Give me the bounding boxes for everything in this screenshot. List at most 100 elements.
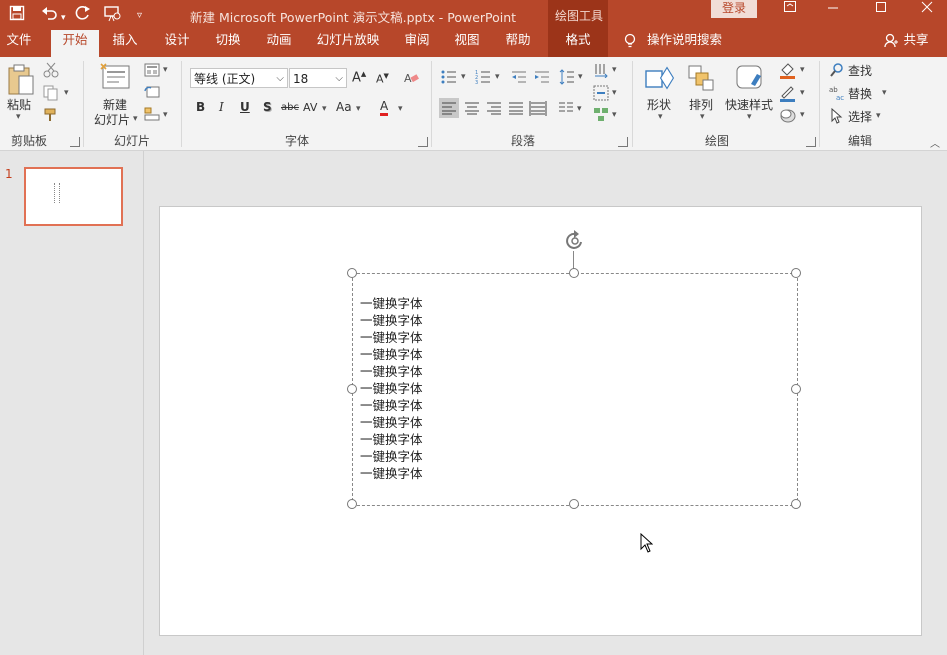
- select-label[interactable]: 选择: [848, 108, 872, 125]
- decrease-indent-icon[interactable]: [511, 69, 527, 88]
- slide-thumbnail[interactable]: [24, 167, 123, 226]
- shape-effects-icon[interactable]: [779, 107, 797, 127]
- find-icon[interactable]: [830, 63, 844, 80]
- undo-icon[interactable]: [41, 5, 59, 25]
- text-line[interactable]: 一键换字体: [360, 346, 423, 363]
- login-button[interactable]: 登录: [711, 0, 757, 18]
- justify-icon[interactable]: [506, 98, 526, 121]
- arrange-label[interactable]: 排列: [689, 96, 713, 113]
- convert-to-smartart-icon[interactable]: [593, 107, 609, 126]
- character-spacing-dropdown-icon[interactable]: ▾: [322, 104, 327, 114]
- font-color-icon[interactable]: A: [380, 100, 389, 116]
- reset-icon[interactable]: [144, 85, 160, 102]
- paragraph-dialog-launcher-icon[interactable]: [618, 137, 628, 147]
- text-line[interactable]: 一键换字体: [360, 329, 423, 346]
- text-line[interactable]: 一键换字体: [360, 312, 423, 329]
- shape-outline-icon[interactable]: [779, 85, 797, 105]
- shapes-icon[interactable]: [643, 62, 675, 97]
- text-direction-icon[interactable]: [593, 62, 609, 81]
- undo-dropdown-icon[interactable]: ▾: [61, 9, 66, 27]
- find-label[interactable]: 查找: [848, 62, 872, 79]
- change-case-dropdown-icon[interactable]: ▾: [356, 104, 361, 114]
- quick-styles-icon[interactable]: [733, 62, 765, 97]
- distributed-icon[interactable]: [528, 98, 548, 121]
- shape-effects-dropdown-icon[interactable]: ▾: [800, 110, 805, 120]
- cut-icon[interactable]: [43, 62, 59, 81]
- font-name-dropdown-icon[interactable]: ⌵: [276, 69, 284, 89]
- paste-icon[interactable]: [6, 62, 36, 99]
- align-left-icon[interactable]: [439, 98, 459, 118]
- select-dropdown-icon[interactable]: ▾: [876, 111, 881, 121]
- shape-outline-dropdown-icon[interactable]: ▾: [800, 88, 805, 98]
- columns-dropdown-icon[interactable]: ▾: [577, 104, 582, 114]
- maximize-icon[interactable]: [866, 1, 896, 19]
- tab-view[interactable]: 视图: [446, 30, 488, 57]
- clear-formatting-icon[interactable]: A: [403, 70, 419, 89]
- underline-icon[interactable]: U: [240, 100, 250, 114]
- tab-format[interactable]: 格式: [548, 30, 608, 57]
- tab-animations[interactable]: 动画: [258, 30, 300, 57]
- paste-dropdown-icon[interactable]: ▾: [16, 112, 21, 122]
- text-line[interactable]: 一键换字体: [360, 380, 423, 397]
- font-dialog-launcher-icon[interactable]: [418, 137, 428, 147]
- minimize-icon[interactable]: [818, 1, 848, 19]
- text-shadow-icon[interactable]: S: [263, 100, 272, 114]
- drawing-dialog-launcher-icon[interactable]: [806, 137, 816, 147]
- increase-font-size-icon[interactable]: A▲: [352, 70, 366, 85]
- align-text-dropdown-icon[interactable]: ▾: [612, 88, 617, 98]
- text-line[interactable]: 一键换字体: [360, 295, 423, 312]
- italic-icon[interactable]: I: [219, 100, 224, 114]
- tell-me-search[interactable]: 操作说明搜索: [647, 30, 727, 57]
- resize-handle-top-left[interactable]: [347, 268, 357, 278]
- tab-help[interactable]: 帮助: [497, 30, 539, 57]
- font-color-dropdown-icon[interactable]: ▾: [398, 104, 403, 114]
- close-icon[interactable]: [912, 1, 942, 19]
- quick-styles-label[interactable]: 快速样式: [725, 96, 773, 113]
- font-size-dropdown-icon[interactable]: ⌵: [335, 69, 343, 89]
- copy-icon[interactable]: [43, 85, 59, 104]
- copy-dropdown-icon[interactable]: ▾: [64, 88, 69, 98]
- format-painter-icon[interactable]: [43, 107, 59, 126]
- text-line[interactable]: 一键换字体: [360, 465, 423, 482]
- resize-handle-bottom[interactable]: [569, 499, 579, 509]
- new-slide-label-2[interactable]: 幻灯片: [94, 111, 130, 128]
- bold-icon[interactable]: B: [196, 100, 205, 114]
- text-line[interactable]: 一键换字体: [360, 448, 423, 465]
- text-line[interactable]: 一键换字体: [360, 363, 423, 380]
- numbering-icon[interactable]: 123: [475, 69, 491, 88]
- arrange-dropdown-icon[interactable]: ▾: [700, 112, 705, 122]
- resize-handle-bottom-right[interactable]: [791, 499, 801, 509]
- resize-handle-left[interactable]: [347, 384, 357, 394]
- tab-transitions[interactable]: 切换: [207, 30, 249, 57]
- section-icon[interactable]: [144, 107, 160, 124]
- customize-toolbar-icon[interactable]: ▿: [137, 7, 142, 25]
- share-button[interactable]: 共享: [901, 30, 931, 57]
- shape-fill-dropdown-icon[interactable]: ▾: [800, 65, 805, 75]
- slide-canvas[interactable]: 一键换字体 一键换字体 一键换字体 一键换字体 一键换字体 一键换字体 一键换字…: [159, 206, 922, 636]
- replace-label[interactable]: 替换: [848, 85, 872, 102]
- new-slide-dropdown-icon[interactable]: ▾: [133, 114, 138, 124]
- clipboard-dialog-launcher-icon[interactable]: [70, 137, 80, 147]
- bullets-dropdown-icon[interactable]: ▾: [461, 72, 466, 82]
- collapse-ribbon-icon[interactable]: ︿: [930, 135, 940, 150]
- align-text-icon[interactable]: [593, 85, 609, 104]
- strikethrough-icon[interactable]: abc: [281, 102, 299, 113]
- layout-dropdown-icon[interactable]: ▾: [163, 65, 168, 75]
- smartart-dropdown-icon[interactable]: ▾: [612, 110, 617, 120]
- replace-dropdown-icon[interactable]: ▾: [882, 88, 887, 98]
- resize-handle-right[interactable]: [791, 384, 801, 394]
- tab-file[interactable]: 文件: [0, 30, 38, 57]
- align-right-icon[interactable]: [484, 98, 504, 121]
- font-size-combo[interactable]: 18 ⌵: [289, 68, 347, 88]
- paste-label[interactable]: 粘贴: [7, 96, 31, 113]
- resize-handle-bottom-left[interactable]: [347, 499, 357, 509]
- ribbon-display-options-icon[interactable]: [775, 1, 805, 19]
- replace-icon[interactable]: ab ac: [829, 85, 845, 104]
- resize-handle-top[interactable]: [569, 268, 579, 278]
- text-line[interactable]: 一键换字体: [360, 414, 423, 431]
- line-spacing-icon[interactable]: [559, 69, 575, 88]
- change-case-icon[interactable]: Aa: [336, 100, 352, 114]
- text-line[interactable]: 一键换字体: [360, 431, 423, 448]
- tab-slide-show[interactable]: 幻灯片放映: [312, 30, 384, 57]
- shape-fill-icon[interactable]: [779, 62, 797, 82]
